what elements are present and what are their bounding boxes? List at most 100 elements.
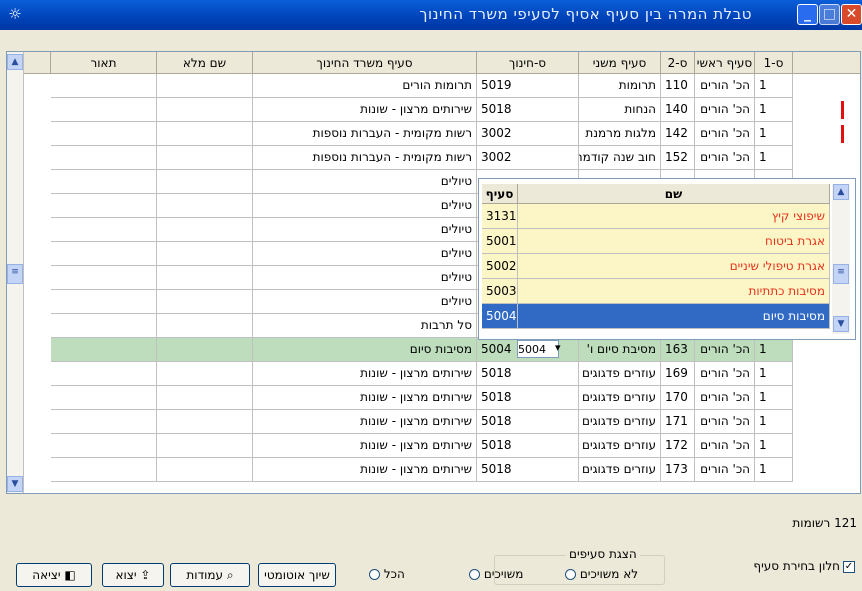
column-header-desc[interactable]: תאור bbox=[51, 52, 157, 74]
table-row[interactable]: שירותים מרצון - שונות 5018 עוזרים פדגוגים … bbox=[7, 458, 860, 482]
cell-desc[interactable] bbox=[51, 314, 157, 338]
cell-sub[interactable]: מלגות מרמנת bbox=[579, 122, 661, 146]
cell-s2[interactable]: 142 bbox=[661, 122, 695, 146]
cell-s2[interactable]: 170 bbox=[661, 386, 695, 410]
cell-edu-name[interactable]: טיולים bbox=[253, 242, 477, 266]
cell-edu[interactable]: 5018 bbox=[477, 98, 579, 122]
picker-window-checkbox[interactable]: ✓חלון בחירת סעיף bbox=[753, 559, 855, 573]
exit-button[interactable]: ◧ יציאה bbox=[16, 563, 92, 587]
cell-full[interactable] bbox=[157, 362, 253, 386]
cell-sub[interactable]: מסיבת סיום ו' bbox=[579, 338, 661, 362]
cell-edu-name[interactable]: שירותים מרצון - שונות bbox=[253, 362, 477, 386]
cell-edu[interactable]: 5018 bbox=[477, 410, 579, 434]
table-row[interactable]: שירותים מרצון - שונות 5018 הנחות 140 הכ' הור… bbox=[7, 98, 860, 122]
cell-edu[interactable]: 5018 bbox=[477, 458, 579, 482]
cell-edu-name[interactable]: מסיבות סיום bbox=[253, 338, 477, 362]
table-row[interactable]: שירותים מרצון - שונות 5018 עוזרים פדגוגים … bbox=[7, 410, 860, 434]
cell-main[interactable]: הכ' הורים bbox=[695, 434, 755, 458]
cell-edu-name[interactable]: טיולים bbox=[253, 218, 477, 242]
cell-sub[interactable]: עוזרים פדגוגים א bbox=[579, 362, 661, 386]
cell-desc[interactable] bbox=[51, 338, 157, 362]
cell-full[interactable] bbox=[157, 338, 253, 362]
cell-edu-name[interactable]: שירותים מרצון - שונות bbox=[253, 98, 477, 122]
cell-s1[interactable]: 1 bbox=[755, 386, 793, 410]
cell-s1[interactable]: 1 bbox=[755, 146, 793, 170]
cell-s2[interactable]: 169 bbox=[661, 362, 695, 386]
column-header-edu-name[interactable]: סעיף משרד החינוך bbox=[253, 52, 477, 74]
cell-edu-name[interactable]: תרומות הורים bbox=[253, 74, 477, 98]
cell-desc[interactable] bbox=[51, 410, 157, 434]
scroll-up-icon[interactable]: ▲ bbox=[7, 54, 23, 70]
column-header-s1[interactable]: ס-1 bbox=[755, 52, 793, 74]
column-header-main[interactable]: סעיף ראשי bbox=[695, 52, 755, 74]
cell-sub[interactable]: הנחות bbox=[579, 98, 661, 122]
radio-linked-circle[interactable] bbox=[469, 569, 480, 580]
cell-desc[interactable] bbox=[51, 170, 157, 194]
column-header-sub[interactable]: סעיף משני bbox=[579, 52, 661, 74]
cell-main[interactable]: הכ' הורים bbox=[695, 74, 755, 98]
cell-s1[interactable]: 1 bbox=[755, 434, 793, 458]
column-header-edu[interactable]: ס-חינוך bbox=[477, 52, 579, 74]
cell-desc[interactable] bbox=[51, 266, 157, 290]
picker-item[interactable]: 5003 מסיבות כתתיות bbox=[482, 279, 830, 304]
vertical-scrollbar[interactable]: ▲ ≡ ▼ bbox=[7, 52, 24, 493]
cell-s1[interactable]: 1 bbox=[755, 458, 793, 482]
cell-desc[interactable] bbox=[51, 290, 157, 314]
cell-s2[interactable]: 171 bbox=[661, 410, 695, 434]
cell-full[interactable] bbox=[157, 218, 253, 242]
cell-sub[interactable]: חוב שנה קודמת bbox=[579, 146, 661, 170]
cell-desc[interactable] bbox=[51, 242, 157, 266]
cell-sub[interactable]: עוזרים פדגוגים ב bbox=[579, 386, 661, 410]
cell-edu[interactable]: 5018 bbox=[477, 386, 579, 410]
cell-main[interactable]: הכ' הורים bbox=[695, 410, 755, 434]
cell-edu-name[interactable]: רשות מקומית - העברות נוספות bbox=[253, 122, 477, 146]
section-combobox[interactable]: 5004 bbox=[517, 340, 559, 358]
cell-full[interactable] bbox=[157, 266, 253, 290]
cell-s2[interactable]: 172 bbox=[661, 434, 695, 458]
section-picker-popup[interactable]: סעיף שם 3131 שיפוצי קיץ 5001 אגרת ביטוח 5002… bbox=[478, 178, 856, 340]
cell-desc[interactable] bbox=[51, 122, 157, 146]
cell-edu[interactable]: 5018 bbox=[477, 434, 579, 458]
minimize-button[interactable]: _ bbox=[797, 4, 818, 25]
cell-full[interactable] bbox=[157, 434, 253, 458]
cell-full[interactable] bbox=[157, 410, 253, 434]
cell-main[interactable]: הכ' הורים bbox=[695, 458, 755, 482]
cell-s2[interactable]: 173 bbox=[661, 458, 695, 482]
cell-desc[interactable] bbox=[51, 386, 157, 410]
scroll-thumb[interactable]: ≡ bbox=[7, 264, 23, 284]
cell-sub[interactable]: עוזרים פדגוגים ד bbox=[579, 434, 661, 458]
column-header-full[interactable]: שם מלא bbox=[157, 52, 253, 74]
cell-edu[interactable]: 3002 bbox=[477, 146, 579, 170]
cell-desc[interactable] bbox=[51, 194, 157, 218]
cell-full[interactable] bbox=[157, 458, 253, 482]
cell-desc[interactable] bbox=[51, 434, 157, 458]
table-row[interactable]: שירותים מרצון - שונות 5018 עוזרים פדגוגים … bbox=[7, 386, 860, 410]
cell-full[interactable] bbox=[157, 98, 253, 122]
cell-desc[interactable] bbox=[51, 74, 157, 98]
cell-edu-name[interactable]: טיולים bbox=[253, 266, 477, 290]
cell-s2[interactable]: 163 bbox=[661, 338, 695, 362]
radio-all[interactable]: הכל bbox=[366, 567, 405, 581]
popup-scroll-thumb[interactable]: ≡ bbox=[833, 264, 849, 284]
cell-edu-name[interactable]: טיולים bbox=[253, 290, 477, 314]
picker-item[interactable]: 5001 אגרת ביטוח bbox=[482, 229, 830, 254]
cell-s2[interactable]: 110 bbox=[661, 74, 695, 98]
columns-button[interactable]: ⌕ עמודות bbox=[170, 563, 250, 587]
cell-main[interactable]: הכ' הורים bbox=[695, 386, 755, 410]
cell-edu-name[interactable]: טיולים bbox=[253, 194, 477, 218]
close-button[interactable]: ✕ bbox=[841, 4, 862, 25]
cell-s1[interactable]: 1 bbox=[755, 338, 793, 362]
checkbox-box[interactable]: ✓ bbox=[843, 560, 855, 573]
export-button[interactable]: ⇪ יצוא bbox=[102, 563, 164, 587]
radio-unlinked-circle[interactable] bbox=[565, 569, 576, 580]
cell-edu-name[interactable]: רשות מקומית - העברות נוספות bbox=[253, 146, 477, 170]
cell-edu-name[interactable]: שירותים מרצון - שונות bbox=[253, 410, 477, 434]
cell-main[interactable]: הכ' הורים bbox=[695, 98, 755, 122]
cell-s1[interactable]: 1 bbox=[755, 362, 793, 386]
cell-main[interactable]: הכ' הורים bbox=[695, 362, 755, 386]
cell-edu[interactable]: 5019 bbox=[477, 74, 579, 98]
table-row[interactable]: רשות מקומית - העברות נוספות 3002 מלגות מרמ… bbox=[7, 122, 860, 146]
popup-scrollbar[interactable]: ▲ ≡ ▼ bbox=[832, 184, 850, 334]
cell-main[interactable]: הכ' הורים bbox=[695, 122, 755, 146]
cell-edu-name[interactable]: טיולים bbox=[253, 170, 477, 194]
